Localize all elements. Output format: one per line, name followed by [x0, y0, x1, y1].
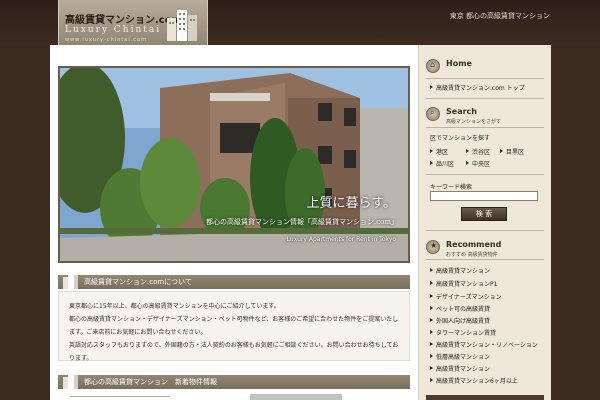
sidebar-search-subtitle: 高級マンションをさがす — [446, 119, 502, 125]
about-paragraph: 東京都心に15年以上、都心の高級賃貸マンションを中心にご紹介しています。 — [69, 303, 280, 310]
bullet-icon — [430, 318, 433, 322]
hero-photo — [60, 68, 408, 261]
about-section-body: 東京都心に15年以上、都心の高級賃貸マンションを中心にご紹介しています。 都心の… — [58, 291, 410, 362]
bullet-icon — [430, 342, 433, 346]
divider — [426, 127, 544, 128]
logo-english: Luxury Chintai — [65, 25, 162, 35]
hero-banner: 上質に暮らす。 都心の高級賃貸マンション情報「高級賃貸マンション.com」 Lu… — [58, 66, 410, 263]
divider — [426, 230, 544, 231]
search-button[interactable]: 検 索 — [461, 207, 507, 221]
building-icon — [63, 271, 78, 289]
bullet-icon — [430, 330, 433, 334]
bullet-icon — [466, 161, 469, 165]
area-link[interactable]: 中央区 — [472, 159, 490, 168]
sidebar-home-title: Home — [446, 59, 472, 68]
recommend-link[interactable]: 高級賃貸マンション — [436, 364, 490, 373]
logo-url: www.luxury-chintai.com — [65, 37, 147, 43]
bullet-icon — [430, 149, 433, 153]
building-icon — [167, 10, 197, 41]
new-listings-title: 都心の高級賃貸マンション 新着物件情報 — [84, 378, 217, 386]
divider — [426, 259, 544, 260]
bullet-icon — [430, 268, 433, 272]
bullet-icon — [500, 149, 503, 153]
listing-photo[interactable] — [250, 394, 342, 400]
recommend-link[interactable]: 高級賃貸マンション — [436, 266, 490, 275]
site-logo[interactable]: 高級賃貸マンション.com Luxury Chintai www.luxury-… — [58, 0, 208, 50]
recommend-link[interactable]: 低層高級マンション — [436, 352, 490, 361]
hero-catchphrase: 上質に暮らす。 — [306, 196, 396, 211]
recommend-link[interactable]: タワーマンション賃貸 — [436, 328, 496, 337]
divider — [426, 78, 544, 79]
bullet-icon — [430, 354, 433, 358]
recommend-link[interactable]: 外国人向け高級賃貸 — [436, 316, 490, 325]
recommend-link[interactable]: デザイナーズマンション — [436, 292, 502, 301]
listing-divider — [70, 396, 170, 397]
bullet-icon — [430, 306, 433, 310]
recommend-link[interactable]: ペット可の高級賃貸 — [436, 304, 490, 313]
area-link[interactable]: 港区 — [436, 147, 448, 156]
about-paragraph: 英語対応スタッフもおりますので、外国籍の方・法人契約のお客様もお気軽にご相談くだ… — [69, 342, 399, 362]
about-paragraph: 都心の高級賃貸マンション・デザイナーズマンション・ペット可物件など、お客様のご希… — [69, 316, 399, 336]
area-search-label: 区でマンションを探す — [430, 135, 491, 142]
keyword-search-label: キーワード検索 — [430, 184, 473, 191]
sidebar-search-title: Search — [446, 107, 477, 116]
home-icon: ⌂ — [426, 59, 440, 73]
bullet-icon — [430, 378, 433, 382]
bullet-icon — [430, 366, 433, 370]
bullet-icon — [430, 281, 433, 285]
sidebar-home-link[interactable]: 高級賃貸マンション.com トップ — [436, 83, 525, 92]
sidebar-banner[interactable] — [426, 395, 544, 400]
recommend-link[interactable]: 高級賃貸マンション・リノベーション — [436, 340, 538, 349]
area-link[interactable]: 品川区 — [436, 159, 454, 168]
divider — [426, 98, 544, 99]
hero-english: Luxury Apartments for Rent in Tokyo — [286, 236, 396, 243]
recommend-link[interactable]: 高級賃貸マンションP1 — [436, 279, 497, 288]
new-listings-heading: 都心の高級賃貸マンション 新着物件情報 — [58, 371, 410, 389]
hero-subtitle: 都心の高級賃貸マンション情報「高級賃貸マンション.com」 — [206, 218, 398, 226]
bullet-icon — [430, 85, 433, 89]
search-icon: ⌕ — [426, 107, 440, 121]
building-icon — [63, 371, 78, 389]
recommend-link[interactable]: 高級賃貸マンション6ヶ月以上 — [436, 376, 518, 385]
area-link[interactable]: 渋谷区 — [472, 147, 490, 156]
sidebar-recommend-subtitle: おすすめ 高級賃貸物件 — [446, 252, 498, 258]
bullet-icon — [466, 149, 469, 153]
divider — [426, 174, 544, 175]
bullet-icon — [430, 294, 433, 298]
bullet-icon — [430, 161, 433, 165]
sidebar-recommend-title: Recommend — [446, 240, 502, 249]
star-icon: ★ — [426, 240, 440, 254]
about-section-heading: 高級賃貸マンション.comについて — [58, 271, 410, 289]
about-section-title: 高級賃貸マンション.comについて — [84, 278, 192, 286]
header-tagline: 東京 都心の高級賃貸マンション — [449, 12, 550, 20]
keyword-search-input[interactable] — [430, 191, 538, 201]
area-link[interactable]: 目黒区 — [506, 147, 524, 156]
